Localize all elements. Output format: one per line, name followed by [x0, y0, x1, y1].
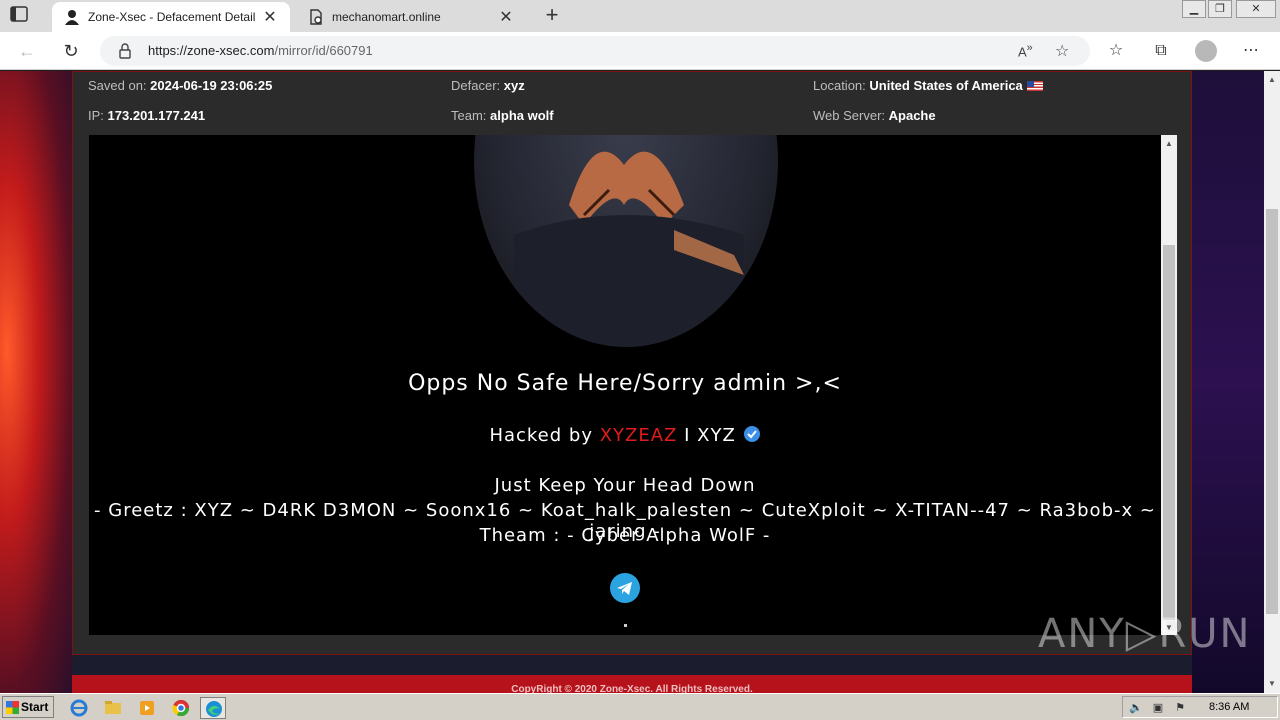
action-center-flag-icon[interactable]: ⚑ [1173, 701, 1187, 715]
saved-on-label: Saved on: [88, 78, 147, 93]
url-text: https://zone-xsec.com/mirror/id/660791 [148, 43, 373, 58]
deface-headline: Opps No Safe Here/Sorry admin >,< [408, 371, 842, 396]
tab-close-icon[interactable]: ✕ [498, 7, 514, 27]
defacement-panel: Saved on: 2024-06-19 23:06:25 Defacer: x… [72, 71, 1192, 655]
page-scroll-thumb[interactable] [1266, 209, 1278, 614]
restore-button[interactable]: ❐ [1208, 0, 1232, 18]
anyrun-watermark: ANY▷RUN [1038, 611, 1252, 657]
hacked-by-line: Hacked by XYZEAZ I XYZ [89, 425, 1161, 446]
network-icon[interactable]: ▣ [1151, 701, 1165, 715]
mirror-frame[interactable]: Opps No Safe Here/Sorry admin >,< Hacked… [89, 135, 1177, 635]
ip-value: 173.201.177.241 [107, 108, 206, 123]
tab-title: mechanomart.online [332, 10, 441, 24]
defacer-value[interactable]: xyz [504, 78, 525, 93]
verified-badge-icon [743, 426, 760, 442]
system-tray: 🔈 ▣ ⚑ 8:36 AM [1122, 696, 1278, 718]
frame-scroll-thumb[interactable] [1163, 245, 1175, 620]
windows-logo-icon [6, 701, 19, 714]
reload-button[interactable]: ↻ [60, 40, 82, 62]
scroll-up-arrow-icon[interactable]: ▲ [1267, 75, 1277, 84]
page-scrollbar[interactable]: ▲ ▼ [1264, 71, 1280, 693]
back-button[interactable]: ← [16, 40, 38, 62]
hacked-by-suffix: I XYZ [677, 425, 736, 446]
telegram-icon[interactable] [610, 573, 640, 603]
minimize-button[interactable]: ▁ [1182, 0, 1206, 18]
edge-icon[interactable] [200, 697, 226, 719]
footer-copyright: CopyRight © 2020 Zone-Xsec. All Rights R… [72, 675, 1192, 693]
lock-icon[interactable] [118, 43, 132, 59]
tab-close-icon[interactable]: ✕ [262, 7, 278, 27]
web-server-value: Apache [888, 108, 936, 123]
tab-bar: Zone-Xsec - Defacement Detail ✕ mechanom… [0, 0, 1280, 32]
new-tab-button[interactable]: + [540, 4, 564, 28]
team-value[interactable]: alpha wolf [490, 108, 554, 123]
tab-zone-xsec[interactable]: Zone-Xsec - Defacement Detail ✕ [52, 2, 290, 32]
favorites-icon[interactable]: ☆ [1105, 41, 1127, 63]
us-flag-icon [1026, 81, 1043, 91]
saved-on-info: Saved on: 2024-06-19 23:06:25 [88, 78, 272, 93]
loading-dot [624, 624, 627, 627]
add-favorite-icon[interactable]: ☆ [1055, 41, 1069, 61]
start-label: Start [21, 700, 49, 714]
more-menu-icon[interactable]: ⋯ [1240, 41, 1262, 63]
hacker-avatar-image [474, 135, 778, 347]
chrome-icon[interactable] [168, 697, 194, 719]
frame-scrollbar[interactable]: ▲ ▼ [1161, 135, 1177, 635]
start-button[interactable]: Start [2, 696, 54, 718]
location-label: Location: [813, 78, 866, 93]
location-info: Location: United States of America [813, 78, 1043, 93]
volume-icon[interactable]: 🔈 [1129, 701, 1143, 715]
background-right [1192, 71, 1264, 693]
windows-taskbar: Start 🔈 ▣ ⚑ 8:36 AM [0, 693, 1280, 720]
explorer-icon[interactable] [100, 697, 126, 719]
ie-icon[interactable] [66, 697, 92, 719]
media-icon[interactable] [134, 697, 160, 719]
tab-actions-icon[interactable] [10, 6, 34, 26]
scroll-down-arrow-icon[interactable]: ▼ [1267, 679, 1277, 688]
scroll-up-arrow-icon[interactable]: ▲ [1164, 139, 1174, 148]
team-line: Theam : - Cyber Alpha WolF - [479, 525, 771, 546]
web-server-info: Web Server: Apache [813, 108, 936, 123]
clock[interactable]: 8:36 AM [1209, 701, 1249, 713]
page-favicon-icon [308, 9, 324, 25]
team-label: Team: [451, 108, 487, 123]
background-left-glow [0, 71, 72, 693]
close-window-button[interactable]: ✕ [1236, 0, 1276, 18]
page-viewport: Saved on: 2024-06-19 23:06:25 Defacer: x… [0, 71, 1264, 693]
team-info: Team: alpha wolf [451, 108, 554, 123]
tagline: Just Keep Your Head Down [494, 475, 756, 496]
saved-on-value: 2024-06-19 23:06:25 [150, 78, 273, 93]
defacer-info: Defacer: xyz [451, 78, 525, 93]
ip-info: IP: 173.201.177.241 [88, 108, 205, 123]
url-path: /mirror/id/660791 [274, 43, 373, 58]
defacer-label: Defacer: [451, 78, 501, 93]
hacker-name: XYZEAZ [599, 425, 678, 446]
read-aloud-icon[interactable]: A» [1018, 42, 1033, 59]
hacker-favicon-icon [64, 9, 80, 25]
profile-avatar[interactable] [1195, 40, 1217, 62]
hacked-by-prefix: Hacked by [489, 425, 600, 446]
web-server-label: Web Server: [813, 108, 886, 123]
tab-mechanomart[interactable]: mechanomart.online ✕ [296, 2, 526, 32]
url-host: https://zone-xsec.com [148, 43, 275, 58]
collections-icon[interactable]: ⧉ [1150, 41, 1172, 63]
browser-toolbar: ← ↻ https://zone-xsec.com/mirror/id/6607… [0, 32, 1280, 70]
ip-label: IP: [88, 108, 104, 123]
address-bar[interactable]: https://zone-xsec.com/mirror/id/660791 A… [100, 36, 1090, 66]
tab-title: Zone-Xsec - Defacement Detail [88, 10, 256, 24]
location-value: United States of America [869, 78, 1023, 93]
